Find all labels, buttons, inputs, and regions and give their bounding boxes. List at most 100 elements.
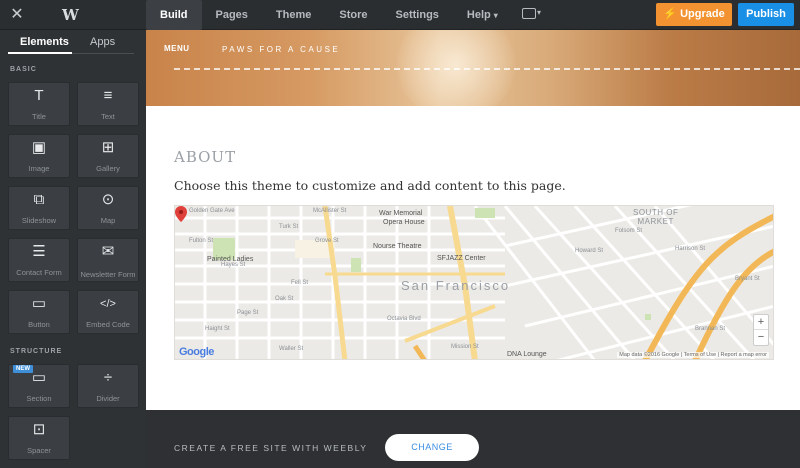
page-canvas: MENU PAWS FOR A CAUSE ABOUT Choose this … <box>146 30 800 468</box>
main-nav: Build Pages Theme Store Settings Help ▾ <box>146 0 512 30</box>
change-button[interactable]: CHANGE <box>385 434 479 461</box>
poi-label: Opera House <box>383 219 425 226</box>
element-section[interactable]: NEW ▭ Section <box>8 364 70 408</box>
street-label: Grove St <box>315 238 339 244</box>
code-icon: </> <box>100 298 116 310</box>
poi-label: SFJAZZ Center <box>437 255 486 262</box>
street-label: Mission St <box>451 344 479 350</box>
element-label: Title <box>32 112 46 121</box>
map-pin-icon[interactable] <box>175 206 187 222</box>
page-body-text[interactable]: Choose this theme to customize and add c… <box>174 178 566 193</box>
zoom-in-button[interactable]: + <box>754 315 768 330</box>
element-divider[interactable]: ÷ Divider <box>77 364 139 408</box>
site-title[interactable]: PAWS FOR A CAUSE <box>222 45 340 54</box>
text-icon: ≡ <box>103 87 113 104</box>
city-label: San Francisco <box>401 278 511 293</box>
publish-button[interactable]: Publish <box>738 3 794 26</box>
element-label: Newsletter Form <box>80 270 136 279</box>
street-label: Bryant St <box>735 276 760 282</box>
street-label: McAllister St <box>313 208 347 214</box>
element-label: Slideshow <box>21 216 57 225</box>
element-text[interactable]: ≡ Text <box>77 82 139 126</box>
element-label: Contact Form <box>16 268 62 277</box>
elements-sidebar: Elements Apps BASIC T Title ≡ Text ▣ Ima… <box>0 30 146 468</box>
street-label: Golden Gate Ave <box>189 208 235 214</box>
nav-theme[interactable]: Theme <box>262 0 325 30</box>
element-embed-code[interactable]: </> Embed Code <box>77 290 139 334</box>
tab-elements[interactable]: Elements <box>20 36 69 48</box>
poi-label: Nourse Theatre <box>373 243 422 250</box>
zoom-out-button[interactable]: − <box>754 330 768 345</box>
device-preview-icon[interactable] <box>522 8 536 19</box>
street-label: Harrison St <box>675 246 706 252</box>
element-map[interactable]: ⊙ Map <box>77 186 139 230</box>
weebly-logo-icon: W <box>62 6 79 24</box>
element-spacer[interactable]: ⊡ Spacer <box>8 416 70 460</box>
gallery-icon: ⊞ <box>101 139 115 156</box>
top-toolbar: ✕ W Build Pages Theme Store Settings Hel… <box>0 0 800 30</box>
upgrade-label: Upgrade <box>680 8 725 20</box>
upgrade-button[interactable]: ⚡ Upgrade <box>656 3 732 26</box>
element-label: Button <box>28 320 50 329</box>
element-contact-form[interactable]: ☰ Contact Form <box>8 238 70 282</box>
sidebar-tabs: Elements Apps <box>8 32 134 54</box>
element-label: Image <box>28 164 50 173</box>
street-label: Folsom St <box>615 228 643 234</box>
nav-build[interactable]: Build <box>146 0 202 30</box>
element-label: Text <box>101 112 115 121</box>
slideshow-icon: ⧉ <box>33 191 45 208</box>
street-label: Octavia Blvd <box>387 316 421 322</box>
nav-help[interactable]: Help ▾ <box>453 0 512 30</box>
element-label: Embed Code <box>86 320 130 329</box>
divider-icon: ÷ <box>103 369 113 386</box>
street-label: Fell St <box>291 280 309 286</box>
spacer-icon: ⊡ <box>32 421 46 438</box>
element-button[interactable]: ▭ Button <box>8 290 70 334</box>
chevron-down-icon: ▾ <box>537 8 542 17</box>
street-label: Brannan St <box>695 326 726 332</box>
section-icon: ▭ <box>31 369 47 386</box>
street-label: Waller St <box>279 346 304 352</box>
street-label: Haight St <box>205 326 230 332</box>
menu-link[interactable]: MENU <box>164 44 190 53</box>
street-label: Page St <box>237 310 259 316</box>
title-icon: T <box>34 87 44 104</box>
element-label: Map <box>100 216 116 225</box>
hero-header[interactable]: MENU PAWS FOR A CAUSE <box>146 30 800 106</box>
site-footer: CREATE A FREE SITE WITH WEEBLY CHANGE <box>146 410 800 468</box>
element-newsletter-form[interactable]: ✉ Newsletter Form <box>77 238 139 282</box>
street-label: Howard St <box>575 248 604 254</box>
element-image[interactable]: ▣ Image <box>8 134 70 178</box>
tab-apps[interactable]: Apps <box>90 36 115 48</box>
element-slideshow[interactable]: ⧉ Slideshow <box>8 186 70 230</box>
poi-label: War Memorial <box>379 210 423 217</box>
google-logo: Google <box>179 346 214 358</box>
close-icon[interactable]: ✕ <box>8 6 26 24</box>
header-divider <box>174 68 800 70</box>
map-embed[interactable]: Golden Gate Ave McAllister St Turk St Fu… <box>174 205 774 360</box>
nav-pages[interactable]: Pages <box>202 0 262 30</box>
basic-section-label: BASIC <box>10 66 37 73</box>
element-title[interactable]: T Title <box>8 82 70 126</box>
page-heading[interactable]: ABOUT <box>174 148 236 166</box>
chevron-down-icon: ▾ <box>493 11 498 20</box>
element-gallery[interactable]: ⊞ Gallery <box>77 134 139 178</box>
neighborhood-label: SOUTH OF MARKET <box>633 208 679 226</box>
map-attribution[interactable]: Map data ©2016 Google | Terms of Use | R… <box>617 352 769 358</box>
envelope-icon: ✉ <box>101 243 115 260</box>
zoom-control: + − <box>753 314 769 346</box>
street-label: Fulton St <box>189 238 214 244</box>
structure-section-label: STRUCTURE <box>10 348 63 355</box>
element-label: Gallery <box>96 164 120 173</box>
nav-store[interactable]: Store <box>325 0 381 30</box>
image-icon: ▣ <box>31 139 47 156</box>
street-label: Turk St <box>279 224 299 230</box>
contact-form-icon: ☰ <box>32 243 46 260</box>
active-tab-indicator <box>8 52 72 54</box>
poi-label: DNA Lounge <box>507 351 547 358</box>
poi-label: Painted Ladies <box>207 256 254 263</box>
element-label: Spacer <box>27 446 51 455</box>
element-label: Section <box>26 394 52 403</box>
nav-settings[interactable]: Settings <box>382 0 453 30</box>
footer-text: CREATE A FREE SITE WITH WEEBLY <box>174 443 368 453</box>
